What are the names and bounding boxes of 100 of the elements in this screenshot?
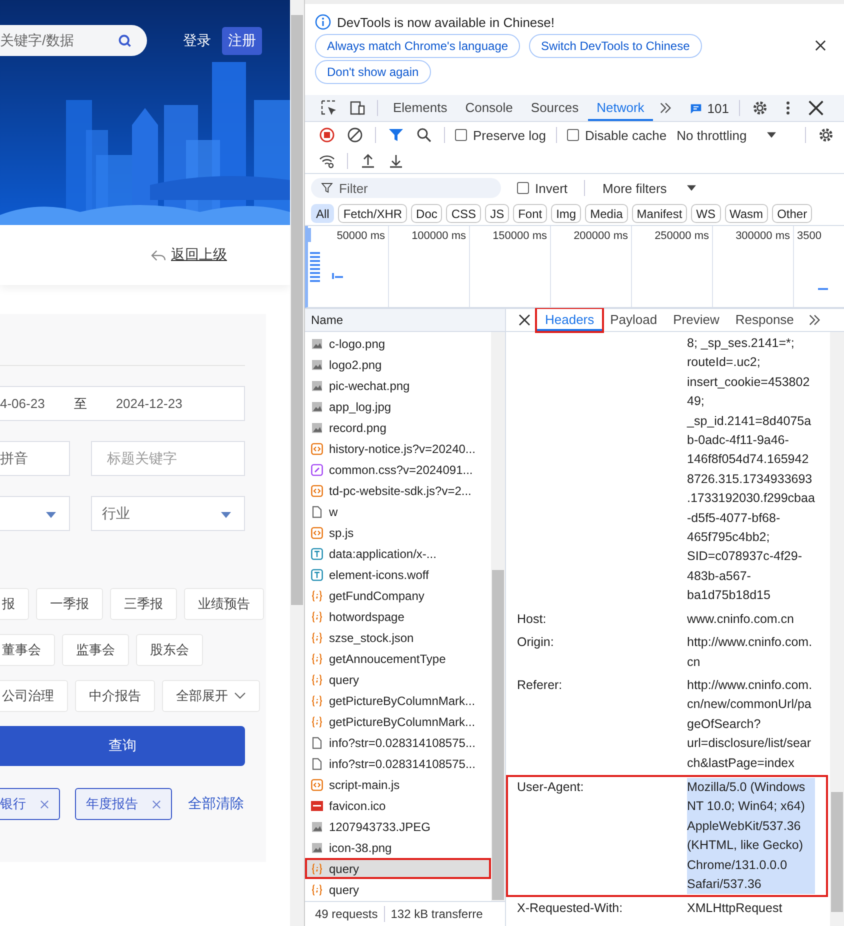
upload-icon[interactable] [360,152,376,168]
request-row[interactable]: sp.js [305,522,491,543]
category-chip[interactable]: 报 [0,588,29,620]
close-icon[interactable] [815,40,826,51]
download-icon[interactable] [388,152,404,168]
request-row[interactable]: getAnnoucementType [305,648,491,669]
invert-checkbox[interactable]: Invert [517,180,568,196]
request-row[interactable]: 1207943733.JPEG [305,816,491,837]
throttling-dropdown[interactable]: No throttling [670,128,782,142]
column-header[interactable]: Name [311,313,344,327]
request-row[interactable]: getPictureByColumnMark... [305,690,491,711]
category-chip[interactable]: 一季报 [36,588,103,620]
request-row[interactable]: app_log.jpg [305,396,491,417]
issues-counter[interactable]: 101 [690,100,729,116]
register-button[interactable]: 注册 [222,26,262,54]
category-chip[interactable]: 公司治理 [0,680,68,712]
panel-tab[interactable]: Elements [384,95,456,121]
request-row[interactable]: history-notice.js?v=20240... [305,438,491,459]
search-icon[interactable] [416,127,432,143]
request-row[interactable]: td-pc-website-sdk.js?v=2... [305,480,491,501]
type-filter[interactable]: Other [772,204,812,223]
panel-tab[interactable]: Network [588,95,654,121]
detail-tab[interactable]: Preview [665,309,728,331]
request-row[interactable]: c-logo.png [305,333,491,354]
type-filter[interactable]: Img [551,204,582,223]
panel-tab[interactable]: Sources [522,95,588,121]
detail-tab[interactable]: Payload [602,309,666,331]
clear-icon[interactable] [347,127,363,143]
back-link[interactable]: 返回上级 [171,246,227,264]
clear-all-link[interactable]: 全部清除 [188,795,244,813]
scroll-thumb[interactable] [291,15,303,605]
search-field[interactable]: 关键字/数据 [0,25,147,56]
request-row[interactable]: getPictureByColumnMark... [305,711,491,732]
back-arrow-icon[interactable] [151,248,166,262]
type-filter[interactable]: Doc [411,204,442,223]
close-icon[interactable] [808,100,824,116]
date-range-field[interactable]: 4-06-23 至 2024-12-23 [0,386,245,421]
detail-tab[interactable]: Response [727,309,802,331]
request-row[interactable]: info?str=0.028314108575... [305,753,491,774]
category-chip[interactable]: 业绩预告 [184,588,264,620]
notice-button[interactable]: Always match Chrome's language [315,34,520,58]
scrollbar[interactable] [830,332,844,926]
category-chip[interactable]: 监事会 [62,634,129,666]
industry-dropdown[interactable]: 行业 [91,496,245,531]
request-row[interactable]: query [305,669,491,690]
record-icon[interactable] [319,127,335,143]
settings-icon[interactable] [818,127,834,143]
text-field[interactable]: 拼音 [0,441,70,476]
request-row[interactable]: element-icons.woff [305,564,491,585]
network-conditions-icon[interactable] [319,152,335,168]
request-row[interactable]: getFundCompany [305,585,491,606]
request-row[interactable]: query [305,858,491,879]
type-filter[interactable]: All [311,204,334,223]
type-filter[interactable]: Wasm [724,204,768,223]
more-filters-dropdown[interactable]: More filters [596,180,702,196]
request-row[interactable]: script-main.js [305,774,491,795]
request-row[interactable]: pic-wechat.png [305,375,491,396]
dropdown-field[interactable] [0,496,70,531]
type-filter[interactable]: Font [513,204,548,223]
scrollbar[interactable] [290,0,305,926]
request-row[interactable]: record.png [305,417,491,438]
request-row[interactable]: icon-38.png [305,837,491,858]
filter-icon[interactable] [388,127,404,143]
notice-button[interactable]: Don't show again [315,60,431,84]
close-icon[interactable] [518,314,531,326]
type-filter[interactable]: WS [691,204,720,223]
scroll-thumb[interactable] [492,570,504,900]
category-chip[interactable]: 股东会 [136,634,203,666]
preserve-log-checkbox[interactable]: Preserve log [455,128,546,142]
request-row[interactable]: hotwordspage [305,606,491,627]
request-row[interactable]: query [305,879,491,900]
category-chip[interactable]: 中介报告 [75,680,155,712]
request-row[interactable]: szse_stock.json [305,627,491,648]
filter-field[interactable]: Filter [311,178,501,198]
request-row[interactable]: data:application/x-... [305,543,491,564]
query-button[interactable]: 查询 [0,726,245,766]
inspect-icon[interactable] [321,100,337,116]
more-tabs-icon[interactable] [808,314,821,326]
settings-icon[interactable] [752,100,768,116]
category-chip[interactable]: 全部展开 [162,680,260,712]
detail-tab[interactable]: Headers [537,309,602,331]
scroll-thumb[interactable] [831,792,843,912]
type-filter[interactable]: Fetch/XHR [338,204,408,223]
search-icon[interactable] [118,34,132,48]
request-row[interactable]: common.css?v=2024091... [305,459,491,480]
panel-tab[interactable]: Console [456,95,522,121]
request-row[interactable]: favicon.ico [305,795,491,816]
category-chip[interactable]: 三季报 [110,588,177,620]
request-row[interactable]: info?str=0.028314108575... [305,732,491,753]
disable-cache-checkbox[interactable]: Disable cache [566,128,667,142]
type-filter[interactable]: JS [485,204,510,223]
request-row[interactable]: w [305,501,491,522]
device-icon[interactable] [349,100,365,116]
category-chip[interactable]: 董事会 [0,634,55,666]
type-filter[interactable]: CSS [446,204,482,223]
notice-button[interactable]: Switch DevTools to Chinese [529,34,702,58]
more-tabs-icon[interactable] [659,102,672,114]
login-link[interactable]: 登录 [183,32,211,50]
type-filter[interactable]: Manifest [632,204,688,223]
request-row[interactable]: logo2.png [305,354,491,375]
